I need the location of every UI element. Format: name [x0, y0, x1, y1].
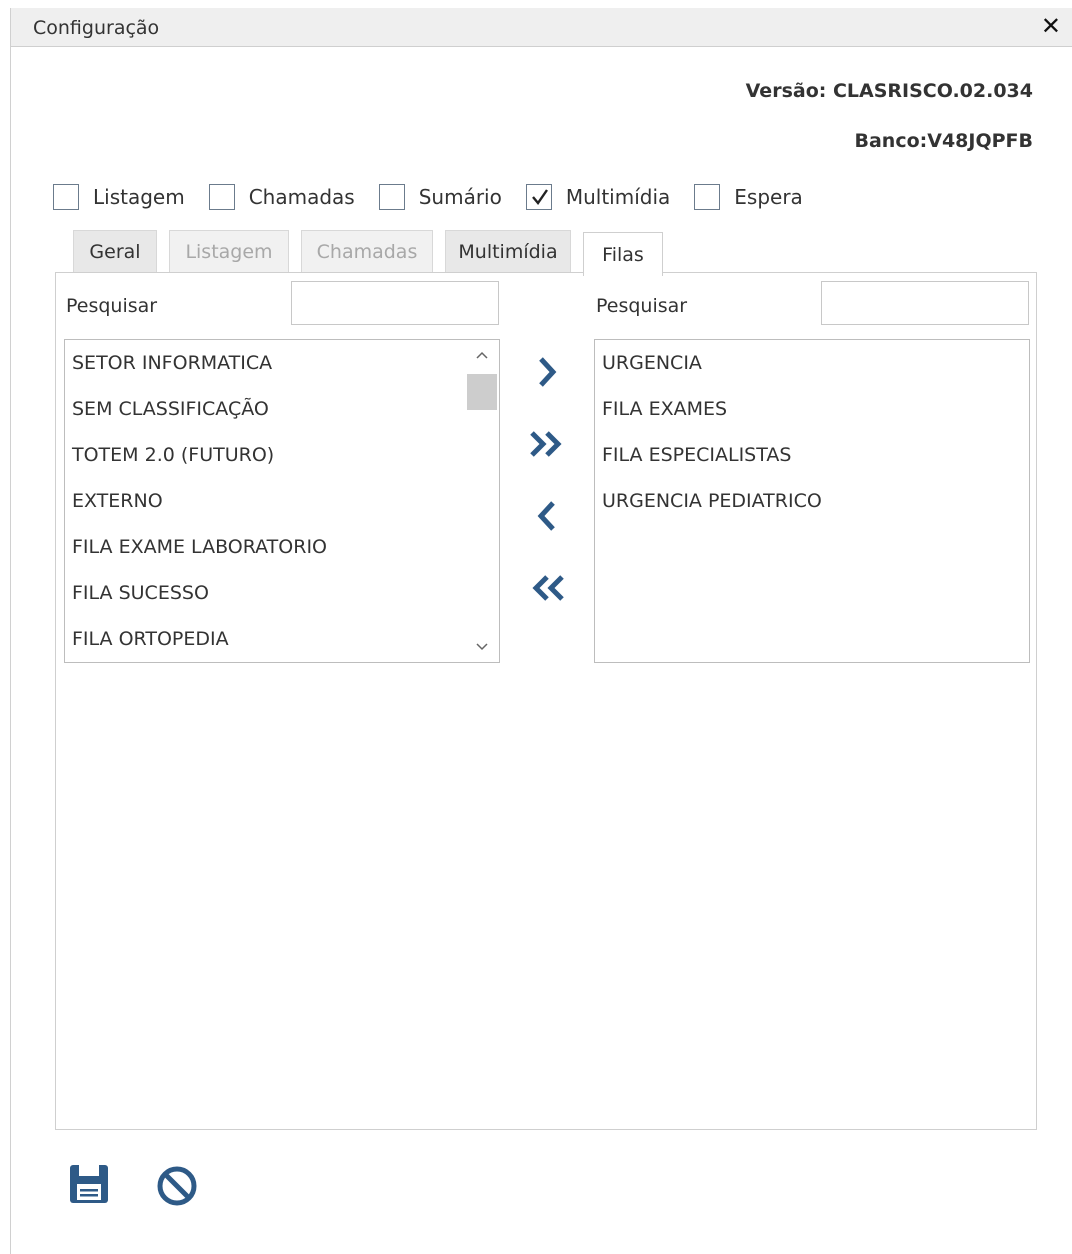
scroll-up-icon[interactable] [465, 340, 499, 370]
tab-chamadas[interactable]: Chamadas [301, 230, 433, 272]
version-label: Versão: CLASRISCO.02.034 [745, 80, 1033, 102]
title-bar: Configuração ✕ [11, 8, 1072, 47]
checkbox-sumario[interactable]: Sumário [378, 184, 502, 210]
checkbox-box[interactable] [378, 184, 405, 210]
checkbox-box[interactable] [694, 184, 721, 210]
scroll-thumb[interactable] [467, 374, 497, 410]
selected-queues-list[interactable]: URGENCIA FILA EXAMES FILA ESPECIALISTAS … [594, 339, 1030, 663]
list-item[interactable]: FILA EXAMES [595, 386, 1029, 432]
checkbox-multimidia[interactable]: Multimídia [525, 184, 671, 210]
tab-geral[interactable]: Geral [73, 230, 157, 272]
checkbox-listagem[interactable]: Listagem [53, 184, 185, 210]
cancel-icon[interactable] [155, 1164, 199, 1212]
tab-listagem[interactable]: Listagem [169, 230, 289, 272]
available-queues-list[interactable]: SETOR INFORMATICA SEM CLASSIFICAÇÃO TOTE… [64, 339, 500, 663]
tab-filas[interactable]: Filas [583, 232, 663, 276]
list-item[interactable]: SEM CLASSIFICAÇÃO [65, 386, 499, 432]
scroll-down-icon[interactable] [465, 632, 499, 662]
checkbox-chamadas[interactable]: Chamadas [208, 184, 355, 210]
configuration-dialog: Configuração ✕ Versão: CLASRISCO.02.034 … [10, 8, 1072, 1254]
checkbox-label: Multimídia [565, 185, 671, 209]
bank-label: Banco:V48JQPFB [854, 130, 1034, 152]
window-title: Configuração [33, 17, 160, 39]
tab-multimidia[interactable]: Multimídia [445, 230, 571, 272]
filas-panel: Pesquisar SETOR INFORMATICA SEM CLASSIFI… [55, 272, 1037, 1130]
checkbox-box[interactable] [53, 184, 79, 210]
save-icon[interactable] [67, 1162, 111, 1210]
checkbox-espera[interactable]: Espera [694, 184, 803, 210]
checkbox-box[interactable] [525, 184, 552, 210]
checkbox-label: Espera [734, 185, 803, 209]
list-item[interactable]: FILA ESPECIALISTAS [595, 432, 1029, 478]
checkbox-label: Sumário [418, 185, 502, 209]
list-item[interactable]: EXTERNO [65, 478, 499, 524]
right-search-input[interactable] [821, 281, 1029, 325]
move-right-icon[interactable] [522, 347, 572, 397]
list-item[interactable]: SETOR INFORMATICA [65, 340, 499, 386]
checkbox-row: Listagem Chamadas Sumário Multimídia Esp… [53, 180, 827, 214]
checkbox-label: Chamadas [248, 185, 355, 209]
list-item[interactable]: FILA EXAME LABORATORIO [65, 524, 499, 570]
available-queues-items: SETOR INFORMATICA SEM CLASSIFICAÇÃO TOTE… [65, 340, 499, 662]
move-all-right-icon[interactable] [522, 419, 572, 469]
checkbox-box[interactable] [208, 184, 235, 210]
list-item[interactable]: TOTEM 2.0 (FUTURO) [65, 432, 499, 478]
left-list-scrollbar[interactable] [465, 340, 499, 662]
list-item[interactable]: URGENCIA PEDIATRICO [595, 478, 1029, 524]
left-search-label: Pesquisar [66, 295, 158, 317]
move-all-left-icon[interactable] [522, 563, 572, 613]
right-search-label: Pesquisar [596, 295, 688, 317]
close-icon[interactable]: ✕ [1041, 12, 1061, 40]
left-search-input[interactable] [291, 281, 499, 325]
checkmark-icon [531, 189, 548, 205]
list-item[interactable]: URGENCIA [595, 340, 1029, 386]
list-item[interactable]: FILA SUCESSO [65, 570, 499, 616]
checkbox-label: Listagem [93, 185, 185, 209]
list-item[interactable]: FILA ORTOPEDIA [65, 616, 499, 662]
move-left-icon[interactable] [522, 491, 572, 541]
